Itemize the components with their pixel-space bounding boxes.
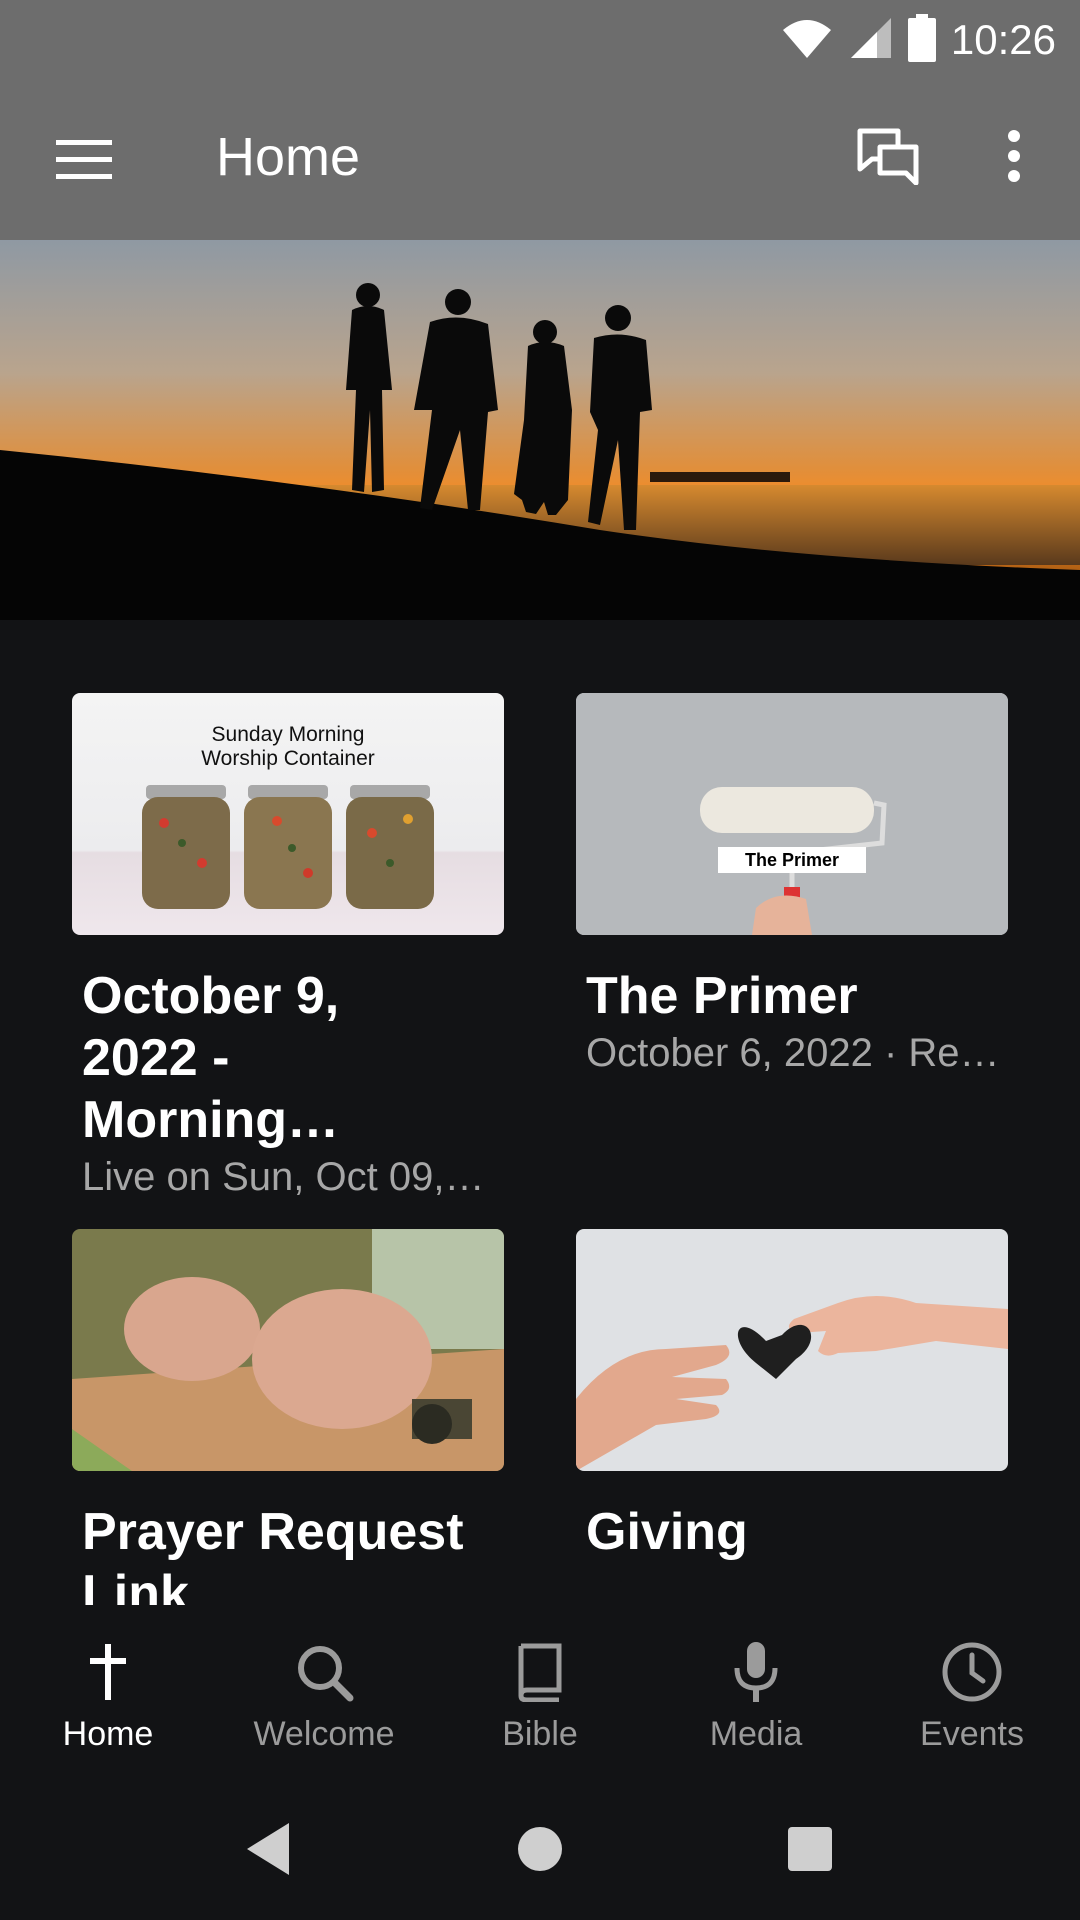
card-title: Prayer Request Link xyxy=(82,1503,464,1605)
status-bar: 10:26 xyxy=(0,0,1080,80)
nav-events-label: Events xyxy=(920,1715,1024,1753)
home-circle-icon xyxy=(518,1827,562,1871)
back-triangle-icon xyxy=(247,1823,289,1875)
nav-events[interactable]: Events xyxy=(864,1605,1080,1775)
recents-button[interactable] xyxy=(770,1815,850,1883)
praying-hands-image xyxy=(72,1229,504,1471)
bottom-navigation: Home Welcome Bible Media Events xyxy=(0,1605,1080,1775)
clock-time: 10:26 xyxy=(950,16,1056,63)
heart-hands-image xyxy=(576,1229,1008,1471)
nav-welcome[interactable]: Welcome xyxy=(216,1605,432,1775)
card-giving[interactable]: Giving xyxy=(576,1229,1008,1563)
more-options-button[interactable] xyxy=(974,116,1054,196)
chat-icon xyxy=(857,128,919,185)
nav-home-label: Home xyxy=(62,1715,154,1753)
card-title: October 9, 2022 - Morning… xyxy=(82,967,340,1149)
page-title: Home xyxy=(216,127,361,187)
card-subtitle: Live on Sun, Oct 09,… xyxy=(82,1155,485,1199)
search-icon xyxy=(289,1637,359,1707)
app-bar: Home xyxy=(0,80,1080,240)
thumb-caption: The Primer xyxy=(718,847,866,873)
menu-button[interactable] xyxy=(40,120,128,200)
nav-bible-label: Bible xyxy=(502,1715,578,1753)
nav-welcome-label: Welcome xyxy=(253,1715,395,1753)
jars-image xyxy=(142,785,434,909)
card-thumbnail: Sunday Morning Worship Container xyxy=(72,693,504,935)
hero-image xyxy=(0,240,1080,620)
nav-media[interactable]: Media xyxy=(648,1605,864,1775)
card-subtitle: October 6, 2022 · Re… xyxy=(586,1031,1000,1075)
back-button[interactable] xyxy=(228,1815,308,1883)
card-the-primer[interactable]: The Primer The Primer October 6, 2022 · … xyxy=(576,693,1008,1076)
content-grid: Sunday Morning Worship Container October… xyxy=(0,620,1080,1605)
menu-icon xyxy=(56,140,112,179)
paint-roller-image xyxy=(576,693,1008,935)
card-title: The Primer xyxy=(586,967,858,1025)
nav-home[interactable]: Home xyxy=(0,1605,216,1775)
chat-button[interactable] xyxy=(848,116,928,196)
system-navigation-bar xyxy=(0,1775,1080,1920)
recents-square-icon xyxy=(788,1827,832,1871)
card-prayer-request[interactable]: Prayer Request Link xyxy=(72,1229,504,1605)
card-morning-worship[interactable]: Sunday Morning Worship Container October… xyxy=(72,693,504,1200)
hero-banner[interactable] xyxy=(0,240,1080,620)
home-button[interactable] xyxy=(500,1815,580,1883)
card-title: Giving xyxy=(586,1503,748,1561)
book-icon xyxy=(505,1637,575,1707)
clock-icon xyxy=(937,1637,1007,1707)
battery-icon xyxy=(907,13,937,67)
more-vert-icon xyxy=(1008,130,1020,182)
wifi-icon xyxy=(781,16,833,65)
card-thumbnail xyxy=(72,1229,504,1471)
microphone-icon xyxy=(721,1637,791,1707)
nav-media-label: Media xyxy=(709,1715,803,1753)
cross-icon xyxy=(73,1637,143,1707)
nav-bible[interactable]: Bible xyxy=(432,1605,648,1775)
signal-icon xyxy=(847,16,893,65)
status-icons: 10:26 xyxy=(781,13,1056,67)
card-thumbnail xyxy=(576,1229,1008,1471)
card-thumbnail: The Primer xyxy=(576,693,1008,935)
